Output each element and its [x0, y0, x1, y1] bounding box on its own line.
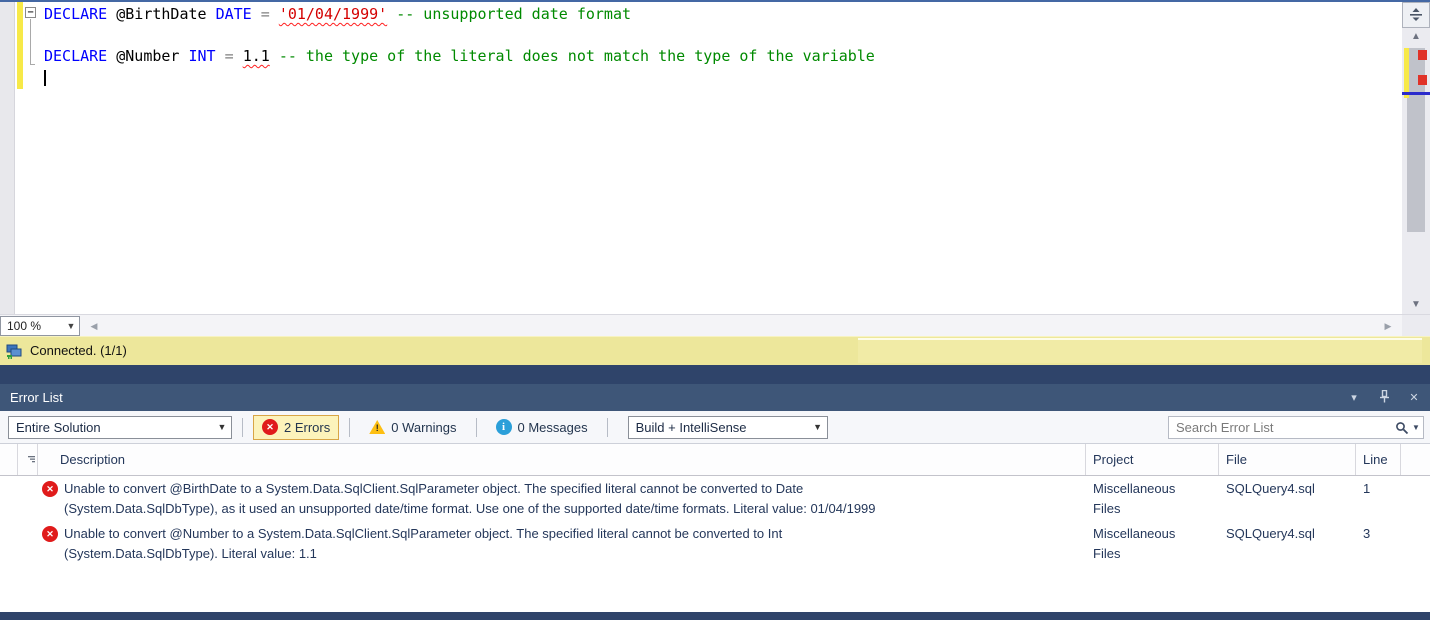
scroll-down-arrow[interactable]: ▼ — [1402, 298, 1430, 312]
search-options-chevron-icon[interactable]: ▼ — [1409, 423, 1423, 432]
line-column-header[interactable]: Line — [1356, 444, 1401, 475]
errors-filter-button[interactable]: ✕ 2 Errors — [253, 414, 340, 440]
errors-filter-label: 2 Errors — [284, 419, 331, 435]
window-position-icon[interactable]: ▾ — [1346, 391, 1362, 404]
scrollbar-caret-position-mark — [1402, 92, 1430, 95]
error-icon: ✕ — [42, 526, 58, 542]
chevron-down-icon: ▼ — [813, 422, 823, 432]
row-end-cell — [1401, 479, 1430, 521]
chevron-down-icon: ▼ — [66, 321, 76, 331]
editor-splitter-handle[interactable] — [1402, 2, 1430, 28]
search-error-list-box[interactable]: ▼ — [1168, 416, 1424, 439]
error-description-line1: Unable to convert @BirthDate to a System… — [64, 481, 804, 496]
error-icon: ✕ — [42, 481, 58, 497]
row-severity-cell — [18, 524, 38, 566]
file-column-header[interactable]: File — [1219, 444, 1356, 475]
error-description-line2: (System.Data.SqlDbType), as it used an u… — [64, 501, 876, 516]
row-line-cell: 1 — [1363, 481, 1371, 496]
text-caret — [44, 69, 46, 86]
connection-status-bar: Connected. (1/1) — [0, 336, 1430, 365]
search-icon[interactable] — [1395, 421, 1409, 435]
row-description-cell[interactable]: ✕ Unable to convert @BirthDate to a Syst… — [38, 479, 1086, 521]
project-value: Miscellaneous Files — [1093, 526, 1176, 561]
split-window-icon — [1410, 8, 1422, 21]
server-connection-icon — [6, 343, 23, 365]
error-list-toolbar: Entire Solution ▼ ✕ 2 Errors ! 0 Warning… — [0, 411, 1430, 444]
messages-filter-label: 0 Messages — [517, 419, 588, 435]
source-filter-value: Build + IntelliSense — [635, 419, 747, 435]
empty-column-header — [1401, 444, 1430, 475]
code-outline-margin: − — [24, 2, 40, 314]
zoom-level-value: 100 % — [7, 319, 42, 333]
warnings-filter-button[interactable]: ! 0 Warnings — [360, 415, 465, 440]
project-value: Miscellaneous Files — [1093, 481, 1176, 516]
error-list-rows: ✕ Unable to convert @BirthDate to a Syst… — [0, 476, 1430, 612]
severity-glyph-icon — [28, 456, 35, 463]
toolbar-separator — [349, 417, 351, 437]
scrollbar-corner — [1402, 315, 1430, 337]
row-margin-cell — [0, 524, 18, 566]
error-list-panel: Error List ▾ ✕ Entire Solution ▼ ✕ 2 Err… — [0, 384, 1430, 620]
column-selector-cell[interactable] — [0, 444, 18, 475]
track-changes-bar — [17, 2, 23, 89]
table-row[interactable]: ✕ Unable to convert @BirthDate to a Syst… — [0, 476, 1430, 521]
close-icon[interactable]: ✕ — [1406, 391, 1422, 404]
ssms-query-window: − DECLARE @BirthDate DATE = '01/04/1999'… — [0, 0, 1430, 620]
table-row[interactable]: ✕ Unable to convert @Number to a System.… — [0, 521, 1430, 566]
scroll-left-arrow[interactable]: ◀ — [86, 315, 102, 337]
error-list-title: Error List — [10, 390, 63, 405]
code-lines[interactable]: DECLARE @BirthDate DATE = '01/04/1999' -… — [44, 4, 1398, 314]
collapse-region-icon[interactable]: − — [25, 7, 36, 18]
window-bottom-edge — [0, 612, 1430, 620]
vertical-scrollbar[interactable]: ▲ ▼ — [1402, 2, 1430, 314]
scrollbar-change-annotation — [1404, 48, 1409, 98]
status-bar-right-panel — [858, 338, 1422, 363]
search-input[interactable] — [1169, 420, 1395, 435]
editor-zoom-selector[interactable]: 100 % ▼ — [0, 316, 80, 336]
error-description-line2: (System.Data.SqlDbType). Literal value: … — [64, 546, 317, 561]
row-end-cell — [1401, 524, 1430, 566]
pane-divider[interactable] — [0, 365, 1430, 384]
row-margin-cell — [0, 479, 18, 521]
messages-filter-button[interactable]: i 0 Messages — [487, 415, 597, 440]
info-icon: i — [495, 419, 512, 435]
error-list-column-headers: Description Project File Line — [0, 444, 1430, 476]
horizontal-scrollbar-row: 100 % ▼ ◀ ▶ — [0, 314, 1430, 337]
row-project-cell: Miscellaneous Files — [1086, 479, 1219, 521]
row-line-cell: 3 — [1363, 526, 1371, 541]
project-column-header[interactable]: Project — [1086, 444, 1219, 475]
scrollbar-error-mark-2[interactable] — [1418, 75, 1427, 85]
source-filter-dropdown[interactable]: Build + IntelliSense ▼ — [627, 415, 828, 439]
toolbar-separator — [475, 417, 477, 437]
row-severity-cell — [18, 479, 38, 521]
sql-code-editor[interactable]: − DECLARE @BirthDate DATE = '01/04/1999'… — [0, 2, 1402, 314]
error-list-title-bar[interactable]: Error List ▾ ✕ — [0, 384, 1430, 411]
row-file-cell: SQLQuery4.sql — [1226, 481, 1315, 496]
scroll-right-arrow[interactable]: ▶ — [1380, 315, 1396, 337]
description-column-header[interactable]: Description — [38, 444, 1086, 475]
error-icon: ✕ — [262, 419, 278, 435]
warning-icon: ! — [369, 420, 386, 434]
connection-status-text: Connected. (1/1) — [30, 343, 127, 358]
scope-filter-dropdown[interactable]: Entire Solution ▼ — [8, 415, 232, 439]
row-file-cell: SQLQuery4.sql — [1226, 526, 1315, 541]
scope-filter-value: Entire Solution — [16, 419, 101, 435]
row-description-cell[interactable]: ✕ Unable to convert @Number to a System.… — [38, 524, 1086, 566]
toolbar-separator — [606, 417, 608, 437]
chevron-down-icon: ▼ — [217, 422, 227, 432]
warnings-filter-label: 0 Warnings — [391, 419, 457, 435]
outline-vertical-line — [30, 19, 31, 65]
editor-indicator-margin[interactable] — [0, 2, 15, 314]
severity-column-header[interactable] — [18, 444, 38, 475]
row-project-cell: Miscellaneous Files — [1086, 524, 1219, 566]
toolbar-separator — [242, 417, 243, 437]
scrollbar-error-mark-1[interactable] — [1418, 50, 1427, 60]
outline-end-tick — [30, 64, 35, 65]
scroll-up-arrow[interactable]: ▲ — [1402, 30, 1430, 44]
pin-icon[interactable] — [1376, 389, 1392, 406]
error-description-line1: Unable to convert @Number to a System.Da… — [64, 526, 783, 541]
